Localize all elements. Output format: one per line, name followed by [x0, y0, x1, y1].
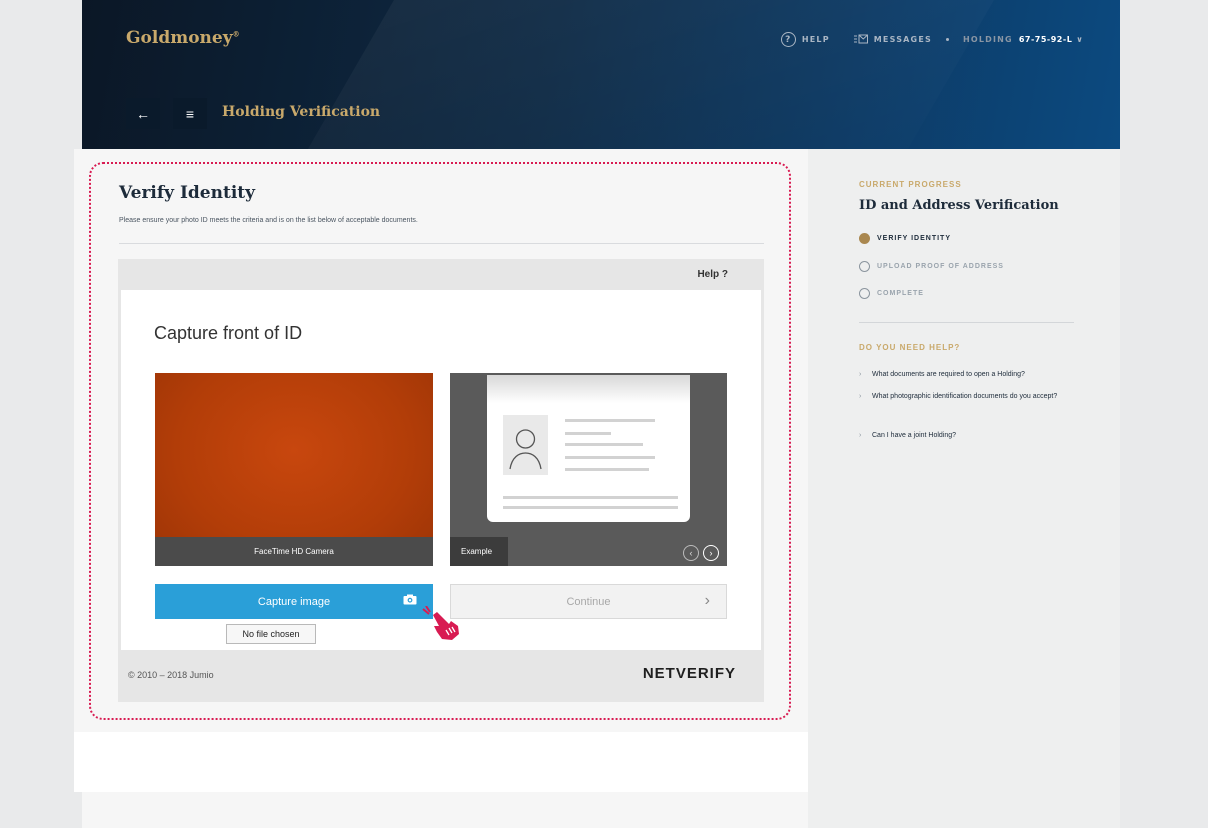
page-title: Holding Verification	[222, 104, 381, 120]
step-pending-icon	[859, 261, 870, 272]
arrow-left-icon: ←	[136, 105, 150, 122]
main-panel-lower	[74, 732, 808, 792]
help-section-title: DO YOU NEED HELP?	[859, 343, 961, 352]
sidebar-divider	[859, 322, 1074, 323]
current-progress-label: CURRENT PROGRESS	[859, 180, 962, 189]
chevron-right-icon: ›	[859, 371, 862, 378]
faq-link[interactable]: › Can I have a joint Holding?	[859, 429, 1084, 442]
step-complete: COMPLETE	[859, 288, 924, 299]
messages-link[interactable]: MESSAGES	[853, 34, 932, 45]
top-nav: ? HELP MESSAGES HOLDING 67-75-92-L ∨	[780, 32, 1084, 47]
faq-link[interactable]: › What documents are required to open a …	[859, 368, 1084, 381]
highlight-outline	[89, 162, 791, 720]
logo[interactable]: Goldmoney®	[126, 28, 240, 48]
faq-link[interactable]: › What photographic identification docum…	[859, 390, 1084, 403]
sidebar	[808, 149, 1120, 828]
progress-title: ID and Address Verification	[859, 198, 1059, 213]
nav-separator	[945, 38, 949, 41]
header: Goldmoney® ? HELP MESSAGES HOLDING 67-75…	[82, 0, 1120, 149]
step-upload-proof: UPLOAD PROOF OF ADDRESS	[859, 261, 1004, 272]
step-pending-icon	[859, 288, 870, 299]
help-icon: ?	[780, 32, 796, 47]
chevron-right-icon: ›	[859, 393, 862, 400]
chevron-down-icon: ∨	[1076, 35, 1084, 44]
step-active-icon	[859, 233, 870, 244]
back-button[interactable]: ←	[126, 98, 160, 129]
messages-icon	[853, 34, 868, 44]
holding-selector[interactable]: HOLDING 67-75-92-L ∨	[963, 35, 1084, 44]
help-link[interactable]: ? HELP	[780, 32, 830, 47]
step-verify-identity: VERIFY IDENTITY	[859, 233, 951, 244]
holding-number: 67-75-92-L	[1018, 35, 1073, 44]
menu-button[interactable]: ≡	[173, 98, 207, 129]
chevron-right-icon: ›	[859, 432, 862, 439]
hamburger-icon: ≡	[185, 105, 195, 122]
